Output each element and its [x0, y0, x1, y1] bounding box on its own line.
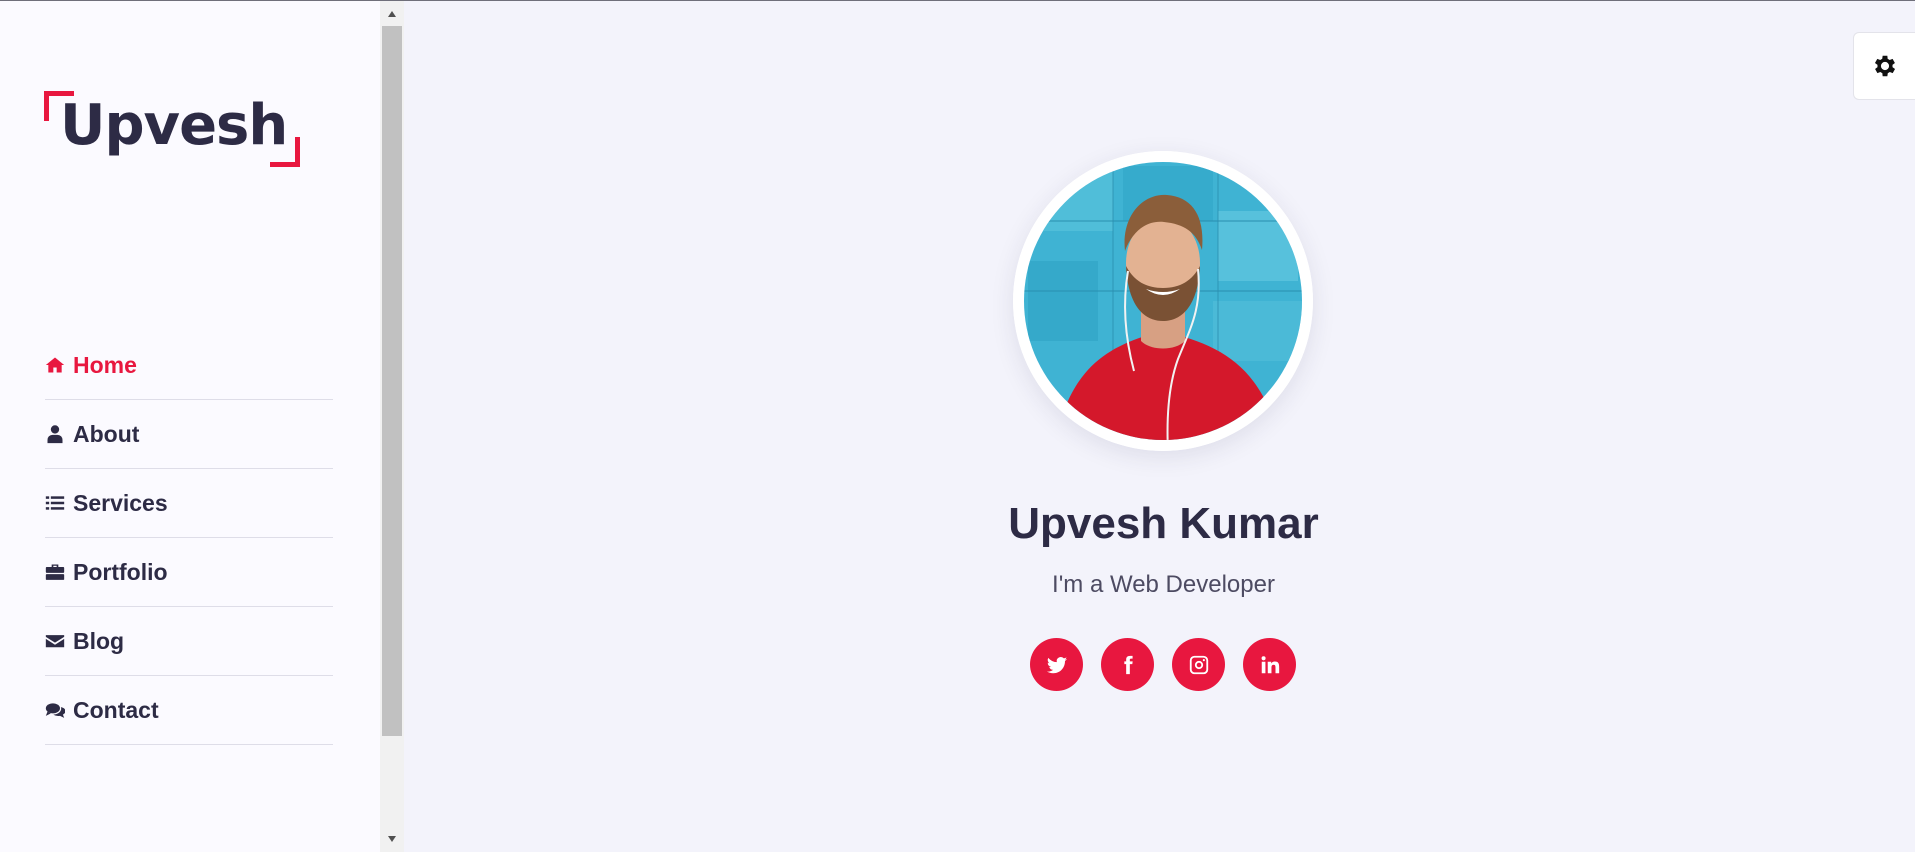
sidebar: Upvesh Home About Services Portfolio Blo… [0, 1, 380, 852]
gear-icon [1874, 55, 1895, 77]
facebook-icon [1123, 655, 1133, 674]
linkedin-button[interactable] [1243, 638, 1296, 691]
twitter-icon [1046, 656, 1067, 673]
hero-name: Upvesh Kumar [1008, 499, 1319, 548]
instagram-button[interactable] [1172, 638, 1225, 691]
sidebar-item-home[interactable]: Home [45, 331, 333, 400]
logo-text: Upvesh [60, 93, 288, 158]
sidebar-item-label: About [73, 420, 140, 447]
settings-toggle-button[interactable] [1853, 32, 1915, 100]
instagram-icon [1189, 655, 1208, 674]
twitter-button[interactable] [1030, 638, 1083, 691]
sidebar-item-label: Home [73, 351, 137, 378]
linkedin-icon [1261, 655, 1279, 673]
sidebar-item-blog[interactable]: Blog [45, 607, 333, 676]
sidebar-item-contact[interactable]: Contact [45, 676, 333, 745]
scroll-down-arrow-icon[interactable] [380, 828, 404, 850]
envelope-icon [45, 631, 65, 651]
list-icon [45, 493, 65, 513]
home-icon [45, 355, 65, 375]
sidebar-nav: Home About Services Portfolio Blog Conta… [45, 331, 333, 745]
social-links [1030, 638, 1296, 691]
sidebar-item-label: Services [73, 489, 168, 516]
sidebar-item-label: Contact [73, 696, 159, 723]
sidebar-item-services[interactable]: Services [45, 469, 333, 538]
hero-role: I'm a Web Developer [1052, 571, 1275, 598]
sidebar-item-about[interactable]: About [45, 400, 333, 469]
sidebar-item-label: Blog [73, 627, 125, 654]
scroll-up-arrow-icon[interactable] [380, 3, 404, 25]
sidebar-item-label: Portfolio [73, 558, 168, 585]
scrollbar-thumb[interactable] [382, 26, 402, 736]
comments-icon [45, 700, 65, 720]
sidebar-scrollbar[interactable] [380, 1, 404, 852]
main-content: Upvesh Kumar I'm a Web Developer [404, 1, 1915, 852]
briefcase-icon [45, 562, 65, 582]
sidebar-item-portfolio[interactable]: Portfolio [45, 538, 333, 607]
facebook-button[interactable] [1101, 638, 1154, 691]
user-icon [45, 424, 65, 444]
profile-photo [1013, 151, 1313, 451]
logo[interactable]: Upvesh [44, 91, 300, 167]
